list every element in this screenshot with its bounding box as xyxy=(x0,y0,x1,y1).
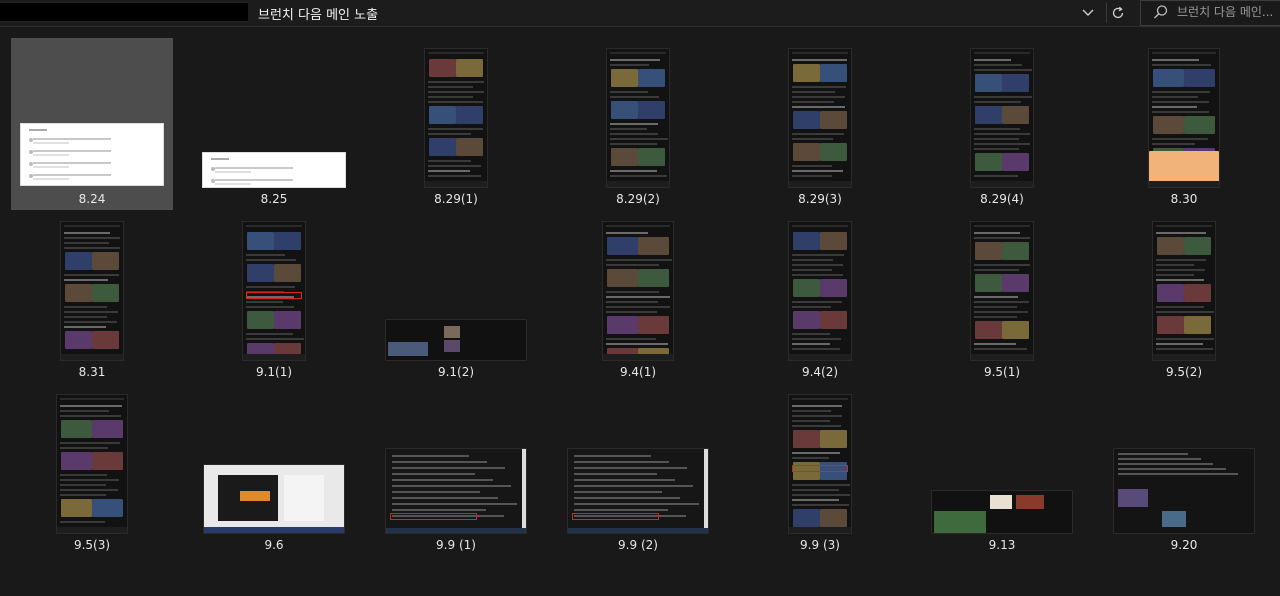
thumbnail-tile[interactable]: 8.30 xyxy=(1103,38,1265,210)
thumbnail-label: 9.20 xyxy=(1170,538,1198,552)
thumbnail-label: 9.6 xyxy=(264,538,284,552)
thumbnail-tile[interactable]: 9.9 (2) xyxy=(557,384,719,556)
thumbnail-tile[interactable]: 9.4(2) xyxy=(739,211,901,383)
thumbnail-frame xyxy=(193,211,355,361)
thumbnail-label: 9.4(2) xyxy=(801,365,839,379)
thumbnail-tile[interactable]: 9.5(2) xyxy=(1103,211,1265,383)
thumbnail-image xyxy=(60,221,124,361)
thumbnail-tile[interactable]: 9.6 xyxy=(193,384,355,556)
thumbnail-frame xyxy=(375,38,537,188)
thumbnail-tile[interactable]: 9.4(1) xyxy=(557,211,719,383)
thumbnail-image xyxy=(242,221,306,361)
thumbnail-label: 8.30 xyxy=(1170,192,1198,206)
thumbnail-frame xyxy=(557,211,719,361)
thumbnail-tile[interactable]: 9.13 xyxy=(921,384,1083,556)
thumbnail-image xyxy=(602,221,674,361)
thumbnail-tile[interactable]: 8.24 xyxy=(11,38,173,210)
thumbnail-frame xyxy=(921,384,1083,534)
thumbnail-image xyxy=(788,394,852,534)
thumbnail-image xyxy=(970,48,1034,188)
thumbnail-image xyxy=(931,490,1073,534)
thumbnail-frame xyxy=(11,36,173,186)
thumbnail-grid: 8.24 8.25 8.29(1) 8.29(2) 8.29(3) 8.29(4) 8.30… xyxy=(0,27,1280,596)
thumbnail-image xyxy=(203,464,345,534)
thumbnail-image xyxy=(385,448,527,534)
chevron-down-icon[interactable] xyxy=(1077,3,1099,23)
thumbnail-label: 8.29(4) xyxy=(980,192,1024,206)
thumbnail-label: 9.13 xyxy=(988,538,1016,552)
thumbnail-frame xyxy=(193,38,355,188)
thumbnail-frame xyxy=(193,384,355,534)
thumbnail-image xyxy=(20,123,164,186)
thumbnail-tile[interactable]: 9.1(2) xyxy=(375,211,537,383)
thumbnail-label: 8.24 xyxy=(78,192,106,206)
thumbnail-tile[interactable]: 8.31 xyxy=(11,211,173,383)
thumbnail-frame xyxy=(739,211,901,361)
thumbnail-image xyxy=(970,221,1034,361)
thumbnail-frame xyxy=(375,384,537,534)
thumbnail-frame xyxy=(739,38,901,188)
thumbnail-image xyxy=(1148,48,1220,188)
thumbnail-frame xyxy=(921,38,1083,188)
thumbnail-image xyxy=(424,48,488,188)
thumbnail-label: 9.9 (2) xyxy=(618,538,658,552)
thumbnail-frame xyxy=(739,384,901,534)
thumbnail-tile[interactable]: 8.29(3) xyxy=(739,38,901,210)
thumbnail-image xyxy=(1152,221,1216,361)
thumbnail-tile[interactable]: 9.20 xyxy=(1103,384,1265,556)
thumbnail-label: 9.4(1) xyxy=(619,365,657,379)
thumbnail-image xyxy=(788,48,852,188)
thumbnail-tile[interactable]: 8.25 xyxy=(193,38,355,210)
thumbnail-image xyxy=(1113,448,1255,534)
thumbnail-label: 8.29(1) xyxy=(434,192,478,206)
thumbnail-label: 8.29(3) xyxy=(798,192,842,206)
thumbnail-frame xyxy=(1103,211,1265,361)
thumbnail-tile[interactable]: 9.1(1) xyxy=(193,211,355,383)
thumbnail-image xyxy=(606,48,670,188)
thumbnail-frame xyxy=(921,211,1083,361)
refresh-icon[interactable] xyxy=(1106,3,1129,23)
thumbnail-label: 8.29(2) xyxy=(616,192,660,206)
thumbnail-image xyxy=(202,152,346,188)
thumbnail-label: 9.5(1) xyxy=(983,365,1021,379)
thumbnail-label: 9.5(2) xyxy=(1165,365,1203,379)
thumbnail-label: 9.5(3) xyxy=(73,538,111,552)
thumbnail-image xyxy=(385,319,527,361)
thumbnail-tile[interactable]: 9.5(3) xyxy=(11,384,173,556)
address-bar: 브런치 다음 메인 노출 xyxy=(0,0,1280,27)
search-box[interactable] xyxy=(1140,0,1280,26)
thumbnail-frame xyxy=(375,211,537,361)
thumbnail-image xyxy=(56,394,128,534)
thumbnail-label: 8.25 xyxy=(260,192,288,206)
thumbnail-frame xyxy=(11,384,173,534)
thumbnail-frame xyxy=(557,38,719,188)
thumbnail-frame xyxy=(11,211,173,361)
redacted-path xyxy=(0,3,248,21)
thumbnail-tile[interactable]: 8.29(2) xyxy=(557,38,719,210)
thumbnail-image xyxy=(788,221,852,361)
search-icon xyxy=(1153,4,1169,24)
thumbnail-image xyxy=(567,448,709,534)
thumbnail-label: 8.31 xyxy=(78,365,106,379)
thumbnail-tile[interactable]: 8.29(4) xyxy=(921,38,1083,210)
thumbnail-tile[interactable]: 9.9 (1) xyxy=(375,384,537,556)
thumbnail-tile[interactable]: 9.5(1) xyxy=(921,211,1083,383)
thumbnail-frame xyxy=(1103,384,1265,534)
thumbnail-label: 9.1(1) xyxy=(255,365,293,379)
thumbnail-tile[interactable]: 8.29(1) xyxy=(375,38,537,210)
folder-title[interactable]: 브런치 다음 메인 노출 xyxy=(258,4,378,23)
thumbnail-label: 9.1(2) xyxy=(437,365,475,379)
thumbnail-tile[interactable]: 9.9 (3) xyxy=(739,384,901,556)
thumbnail-label: 9.9 (3) xyxy=(800,538,840,552)
thumbnail-frame xyxy=(557,384,719,534)
search-input[interactable] xyxy=(1177,3,1277,21)
thumbnail-label: 9.9 (1) xyxy=(436,538,476,552)
thumbnail-frame xyxy=(1103,38,1265,188)
